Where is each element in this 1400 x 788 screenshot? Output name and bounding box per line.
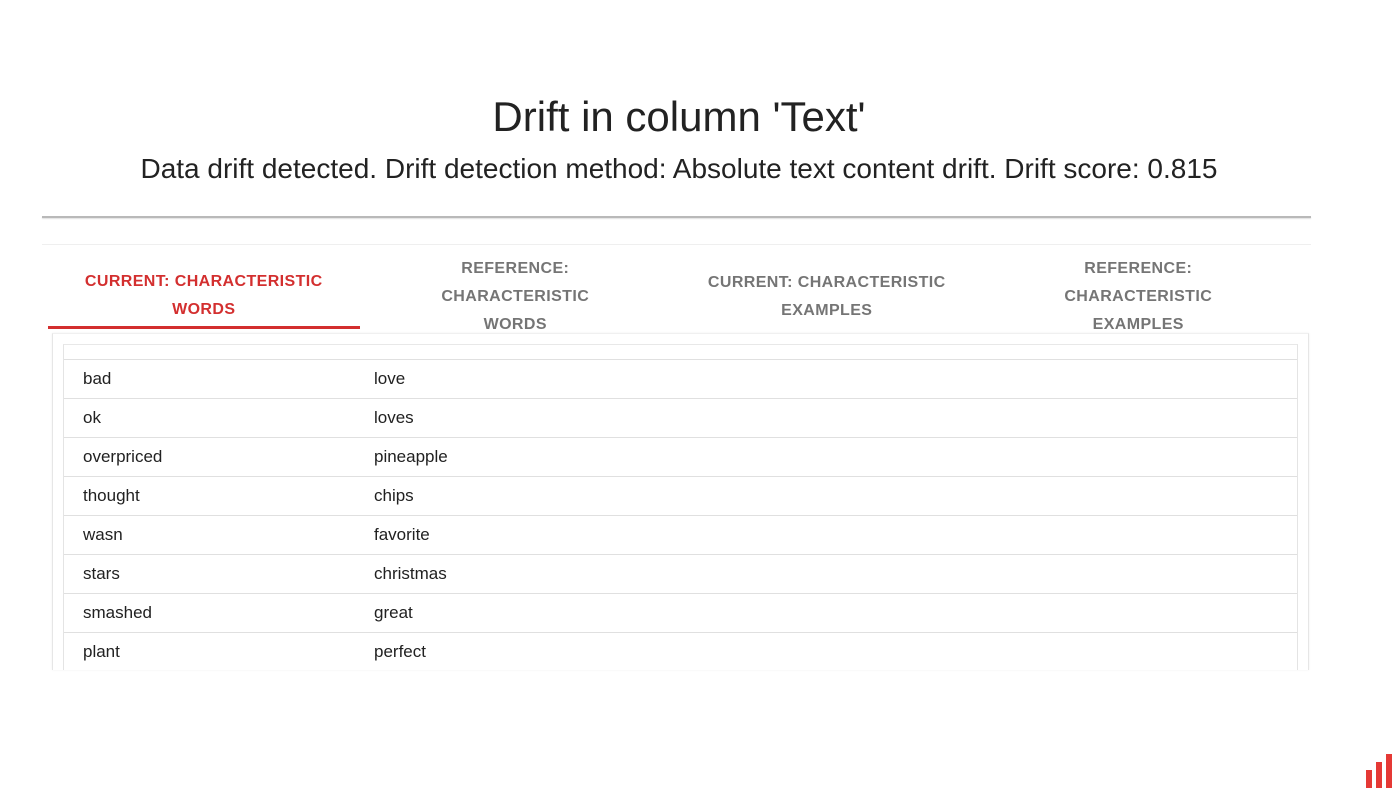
tab-label-line1: REFERENCE: CHARACTERISTIC xyxy=(441,260,590,305)
table-cell: stars xyxy=(83,564,120,583)
drift-summary: Data drift detected. Drift detection met… xyxy=(140,153,1218,184)
table-row: bad love xyxy=(64,360,1297,399)
table-row: wasn favorite xyxy=(64,516,1297,555)
table-row: ok loves xyxy=(64,399,1297,438)
divider xyxy=(42,216,1311,218)
page: Drift in column 'Text' Data drift detect… xyxy=(0,0,1400,788)
table-cell: pineapple xyxy=(374,447,448,466)
table-cell: loves xyxy=(374,408,414,427)
table-cell: smashed xyxy=(83,603,152,622)
tab-label-line2: WORDS xyxy=(172,300,236,318)
table-cell: overpriced xyxy=(83,447,163,466)
tab-label-line1: CURRENT: CHARACTERISTIC xyxy=(84,272,323,290)
page-title: Drift in column 'Text' xyxy=(492,93,866,140)
table-row: plant perfect xyxy=(64,633,1297,670)
table-row: thought chips xyxy=(64,477,1297,516)
tab-bar: CURRENT: CHARACTERISTIC WORDS REFERENCE:… xyxy=(48,260,1295,333)
drift-details-panel: CURRENT: CHARACTERISTIC WORDS REFERENCE:… xyxy=(42,244,1311,670)
tab-reference-characteristic-examples[interactable]: REFERENCE: CHARACTERISTIC EXAMPLES xyxy=(983,260,1295,333)
table-header xyxy=(64,345,1297,360)
table-row: overpriced pineapple xyxy=(64,438,1297,477)
table-cell: perfect xyxy=(374,642,426,661)
table-cell: love xyxy=(374,369,406,388)
tab-label-line2: EXAMPLES xyxy=(781,302,873,319)
table-cell: great xyxy=(374,603,413,622)
table-cell: wasn xyxy=(83,525,123,544)
table-cell: plant xyxy=(83,642,120,661)
characteristic-words-table: bad love ok loves overpriced pineapple t… xyxy=(63,344,1298,670)
table-row: smashed great xyxy=(64,594,1297,633)
table-cell: bad xyxy=(83,369,112,388)
tab-content: bad love ok loves overpriced pineapple t… xyxy=(52,333,1309,670)
table-cell: favorite xyxy=(374,525,430,544)
table-cell: christmas xyxy=(374,564,447,583)
tab-label-line1: REFERENCE: CHARACTERISTIC xyxy=(1064,260,1213,305)
bar-chart-logo-icon xyxy=(1366,752,1400,788)
tab-label-line1: CURRENT: CHARACTERISTIC xyxy=(707,274,946,291)
tab-current-characteristic-examples[interactable]: CURRENT: CHARACTERISTIC EXAMPLES xyxy=(671,265,983,329)
table-row: stars christmas xyxy=(64,555,1297,594)
table-cell: chips xyxy=(374,486,414,505)
table-cell: ok xyxy=(83,408,101,427)
tab-current-characteristic-words[interactable]: CURRENT: CHARACTERISTIC WORDS xyxy=(48,265,360,329)
table-cell: thought xyxy=(83,486,140,505)
tab-reference-characteristic-words[interactable]: REFERENCE: CHARACTERISTIC WORDS xyxy=(360,260,672,333)
